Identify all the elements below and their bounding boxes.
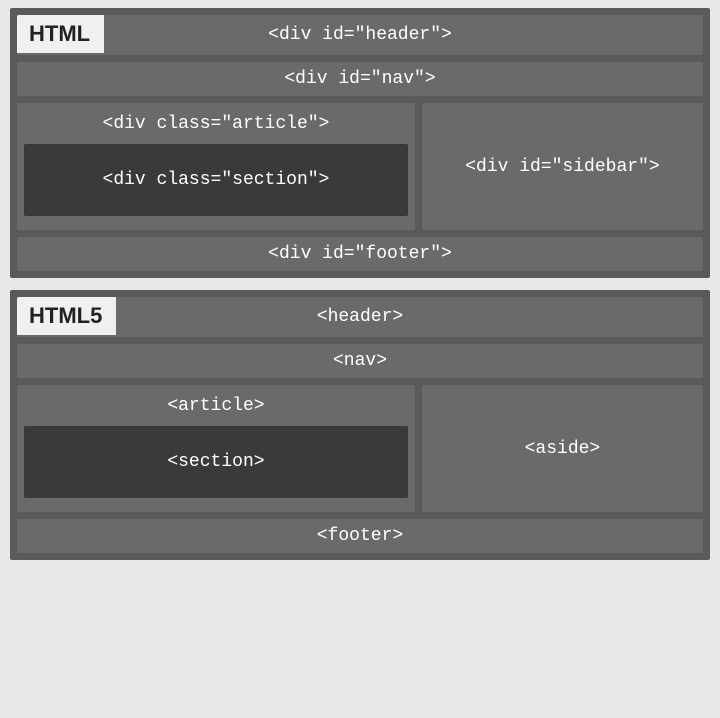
html4-footer-box: <div id="footer"> [17, 237, 703, 271]
html5-footer-label: <footer> [317, 526, 403, 546]
html4-main-row: <div class="article"> <div class="sectio… [17, 103, 703, 230]
html5-header-label: <header> [317, 307, 403, 327]
html5-article-label: <article> [24, 392, 408, 426]
html5-sidebar-label: <aside> [525, 439, 601, 459]
html4-sidebar-label: <div id="sidebar"> [465, 157, 659, 177]
html4-group: HTML <div id="header"> <div id="nav"> <d… [10, 8, 710, 278]
html5-footer-box: <footer> [17, 519, 703, 553]
html5-section-label: <section> [167, 452, 264, 472]
html5-header-box: HTML5 <header> [17, 297, 703, 337]
html5-group: HTML5 <header> <nav> <article> <section>… [10, 290, 710, 560]
html5-article-box: <article> <section> [17, 385, 415, 512]
html4-article-box: <div class="article"> <div class="sectio… [17, 103, 415, 230]
html5-title-badge: HTML5 [17, 297, 116, 335]
html4-section-label: <div class="section"> [103, 170, 330, 190]
html4-title-badge: HTML [17, 15, 104, 53]
html4-article-label: <div class="article"> [24, 110, 408, 144]
html5-nav-box: <nav> [17, 344, 703, 378]
html4-section-box: <div class="section"> [24, 144, 408, 216]
html4-sidebar-box: <div id="sidebar"> [422, 103, 703, 230]
html5-sidebar-box: <aside> [422, 385, 703, 512]
html5-section-box: <section> [24, 426, 408, 498]
html5-nav-label: <nav> [333, 351, 387, 371]
html4-nav-label: <div id="nav"> [284, 69, 435, 89]
html4-header-label: <div id="header"> [268, 25, 452, 45]
html4-nav-box: <div id="nav"> [17, 62, 703, 96]
html4-header-box: HTML <div id="header"> [17, 15, 703, 55]
html5-main-row: <article> <section> <aside> [17, 385, 703, 512]
html4-footer-label: <div id="footer"> [268, 244, 452, 264]
